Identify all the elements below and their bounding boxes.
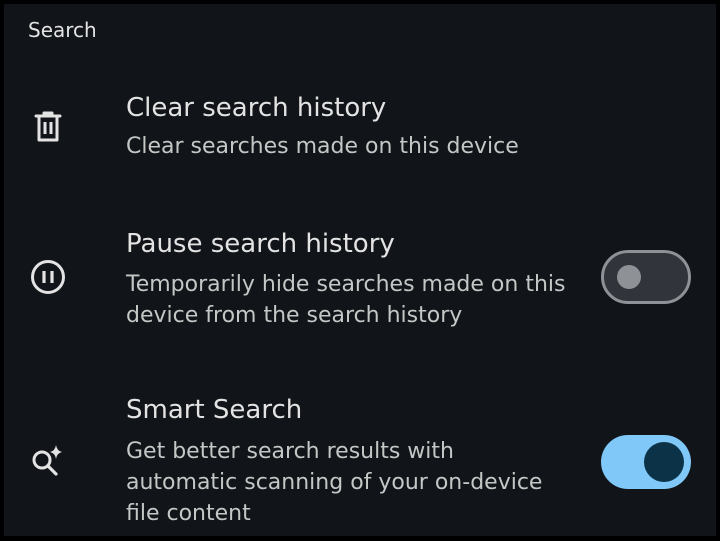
item-subtitle: Clear searches made on this device xyxy=(126,134,519,159)
smart-search-toggle[interactable] xyxy=(601,435,691,489)
item-title: Smart Search xyxy=(126,395,303,425)
toggle-knob xyxy=(617,265,641,289)
item-subtitle: Get better search results with automatic… xyxy=(126,439,543,526)
item-title: Pause search history xyxy=(126,229,395,259)
smart-search-item[interactable]: Smart Search Get better search results w… xyxy=(4,392,716,532)
toggle-knob xyxy=(644,442,684,482)
item-subtitle: Temporarily hide searches made on this d… xyxy=(126,272,566,328)
settings-screen: Search Clear search history Clear search… xyxy=(4,4,716,536)
clear-search-history-item[interactable]: Clear search history Clear searches made… xyxy=(4,90,716,180)
trash-icon xyxy=(28,107,68,147)
item-title: Clear search history xyxy=(126,93,387,123)
pause-search-history-item[interactable]: Pause search history Temporarily hide se… xyxy=(4,226,716,338)
section-header: Search xyxy=(28,18,97,42)
pause-search-history-toggle[interactable] xyxy=(601,250,691,304)
smart-search-icon xyxy=(28,440,68,480)
pause-circle-icon xyxy=(28,257,68,297)
